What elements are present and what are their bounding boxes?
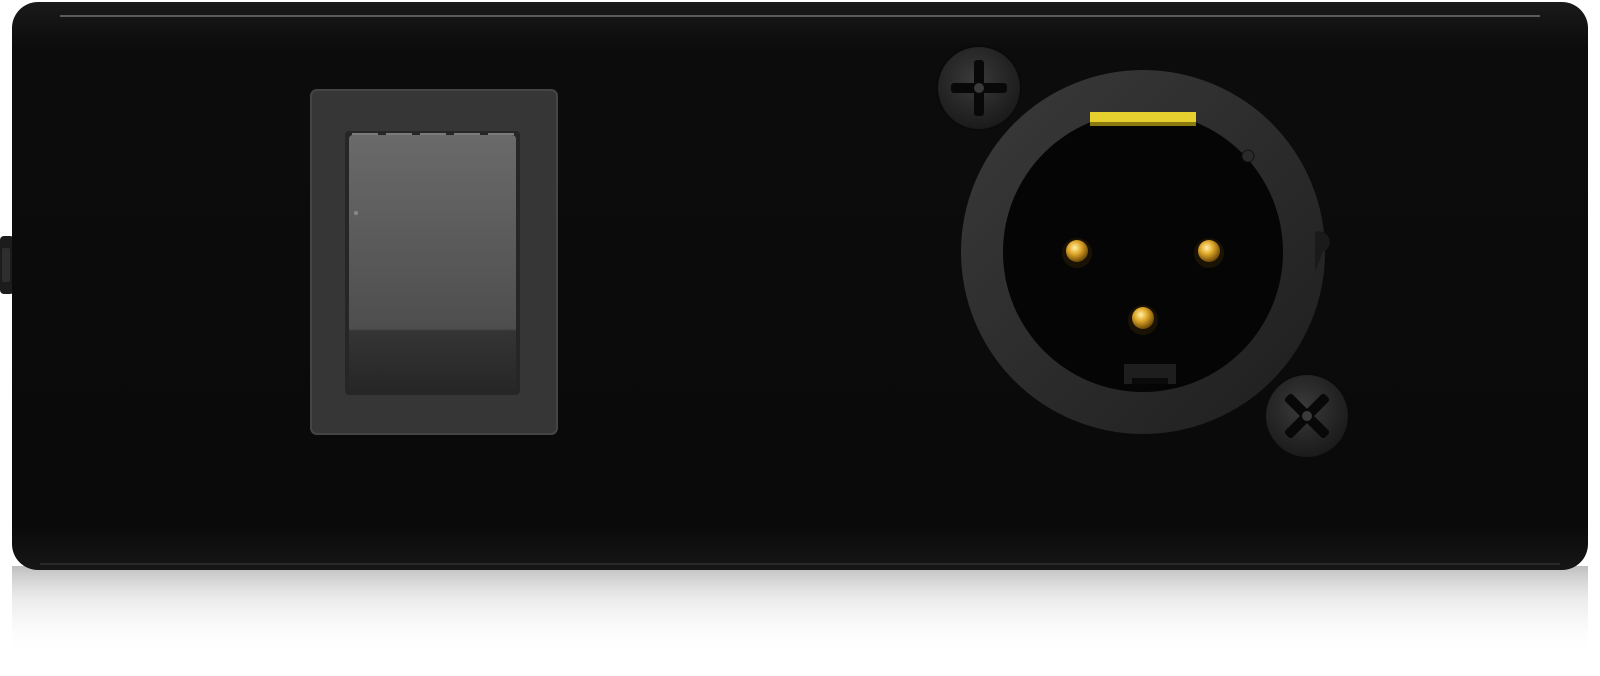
xlr-pin-2 [1194,238,1224,268]
xlr-pin-1 [1062,238,1092,268]
mounting-screw-bottom [1264,373,1350,459]
rocker-switch [310,89,558,435]
xlr-pin-3 [1128,305,1158,335]
product-photo [0,0,1600,676]
floor-reflection [12,566,1588,656]
mounting-screw-top [936,45,1022,131]
device-panel [12,2,1588,570]
device-illustration [0,2,1588,656]
side-jack [0,236,14,294]
